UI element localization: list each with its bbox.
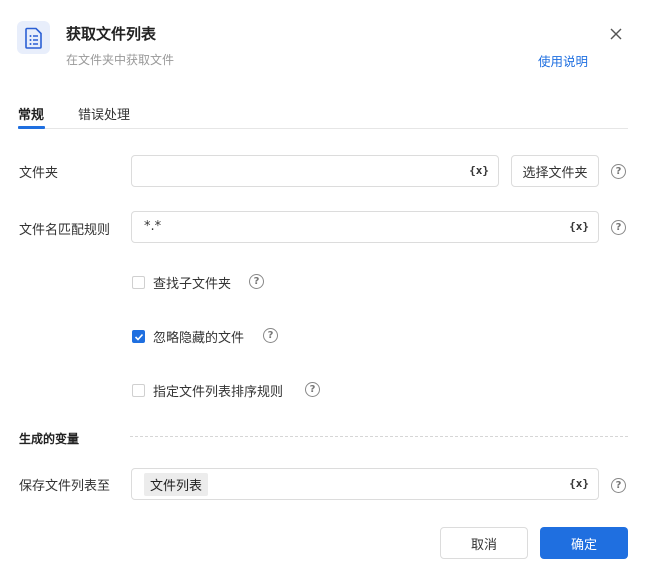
output-section-title: 生成的变量 <box>19 432 80 446</box>
help-icon[interactable]: ? <box>249 274 264 289</box>
variable-icon[interactable]: {x} <box>469 164 489 177</box>
section-divider <box>130 436 628 437</box>
checkbox-include-subfolders[interactable] <box>132 276 145 289</box>
list-document-icon <box>24 27 42 49</box>
ignore-hidden-label: 忽略隐藏的文件 <box>153 331 245 346</box>
tab-general[interactable]: 常规 <box>18 104 44 123</box>
help-icon[interactable]: ? <box>611 478 626 493</box>
variable-icon[interactable]: {x} <box>569 477 589 490</box>
close-icon[interactable] <box>607 25 625 43</box>
dialog-title: 获取文件列表 <box>66 25 157 43</box>
help-link[interactable]: 使用说明 <box>538 51 588 70</box>
variable-tag[interactable]: 文件列表 <box>144 473 209 496</box>
folder-input[interactable]: {x} <box>131 155 499 187</box>
pattern-value: *.* <box>144 219 162 234</box>
select-folder-button[interactable]: 选择文件夹 <box>511 155 599 187</box>
dialog-subtitle: 在文件夹中获取文件 <box>66 53 175 67</box>
variable-icon[interactable]: {x} <box>569 220 589 233</box>
folder-label: 文件夹 <box>19 166 59 181</box>
check-icon <box>134 333 143 341</box>
pattern-input[interactable]: *.* {x} <box>131 211 599 243</box>
cancel-button[interactable]: 取消 <box>440 527 528 559</box>
app-icon <box>17 21 50 54</box>
output-variable-input[interactable]: 文件列表 {x} <box>131 468 599 500</box>
sort-rule-label: 指定文件列表排序规则 <box>153 385 284 400</box>
pattern-label: 文件名匹配规则 <box>19 223 111 238</box>
tab-divider <box>18 128 628 129</box>
include-subfolders-label: 查找子文件夹 <box>153 277 232 292</box>
help-icon[interactable]: ? <box>263 328 278 343</box>
help-icon[interactable]: ? <box>305 382 320 397</box>
save-list-label: 保存文件列表至 <box>19 479 111 494</box>
tab-error-handling[interactable]: 错误处理 <box>78 104 130 123</box>
help-icon[interactable]: ? <box>611 220 626 235</box>
help-icon[interactable]: ? <box>611 164 626 179</box>
ok-button[interactable]: 确定 <box>540 527 628 559</box>
checkbox-ignore-hidden[interactable] <box>132 330 145 343</box>
checkbox-sort-rule[interactable] <box>132 384 145 397</box>
tab-active-indicator <box>18 126 45 129</box>
